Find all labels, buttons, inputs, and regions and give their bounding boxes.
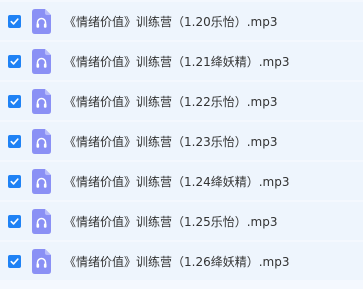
file-row[interactable]: 《情绪价值》训练营（1.20乐怡）.mp3 xyxy=(0,2,363,40)
checkmark-icon xyxy=(10,257,19,265)
checkbox-checked[interactable] xyxy=(8,14,21,28)
checkbox-checked[interactable] xyxy=(8,54,21,68)
file-name[interactable]: 《情绪价值》训练营（1.23乐怡）.mp3 xyxy=(64,133,277,150)
file-name[interactable]: 《情绪价值》训练营（1.25乐怡）.mp3 xyxy=(64,213,277,230)
file-name[interactable]: 《情绪价值》训练营（1.21绛妖精）.mp3 xyxy=(64,53,289,70)
checkmark-icon xyxy=(10,17,19,25)
file-list: 《情绪价值》训练营（1.20乐怡）.mp3 《情绪价值》训练营（1.21绛妖精）… xyxy=(0,0,363,289)
file-row[interactable]: 《情绪价值》训练营（1.24绛妖精）.mp3 xyxy=(0,162,363,200)
file-row[interactable]: 《情绪价值》训练营（1.21绛妖精）.mp3 xyxy=(0,42,363,80)
file-row[interactable]: 《情绪价值》训练营（1.22乐怡）.mp3 xyxy=(0,82,363,120)
checkmark-icon xyxy=(10,57,19,65)
file-name[interactable]: 《情绪价值》训练营（1.26绛妖精）.mp3 xyxy=(64,253,289,270)
checkbox-checked[interactable] xyxy=(8,254,21,268)
audio-file-icon xyxy=(32,248,51,274)
audio-file-icon xyxy=(32,8,51,34)
file-name[interactable]: 《情绪价值》训练营（1.22乐怡）.mp3 xyxy=(64,93,277,110)
file-row[interactable]: 《情绪价值》训练营（1.25乐怡）.mp3 xyxy=(0,202,363,240)
checkmark-icon xyxy=(10,177,19,185)
checkmark-icon xyxy=(10,217,19,225)
audio-file-icon xyxy=(32,88,51,114)
audio-file-icon xyxy=(32,168,51,194)
file-name[interactable]: 《情绪价值》训练营（1.20乐怡）.mp3 xyxy=(64,13,277,30)
audio-file-icon xyxy=(32,128,51,154)
checkbox-checked[interactable] xyxy=(8,174,21,188)
audio-file-icon xyxy=(32,208,51,234)
file-row[interactable]: 《情绪价值》训练营（1.26绛妖精）.mp3 xyxy=(0,242,363,280)
file-row[interactable]: 《情绪价值》训练营（1.23乐怡）.mp3 xyxy=(0,122,363,160)
checkbox-checked[interactable] xyxy=(8,134,21,148)
checkmark-icon xyxy=(10,137,19,145)
checkbox-checked[interactable] xyxy=(8,214,21,228)
checkbox-checked[interactable] xyxy=(8,94,21,108)
checkmark-icon xyxy=(10,97,19,105)
audio-file-icon xyxy=(32,48,51,74)
file-name[interactable]: 《情绪价值》训练营（1.24绛妖精）.mp3 xyxy=(64,173,289,190)
